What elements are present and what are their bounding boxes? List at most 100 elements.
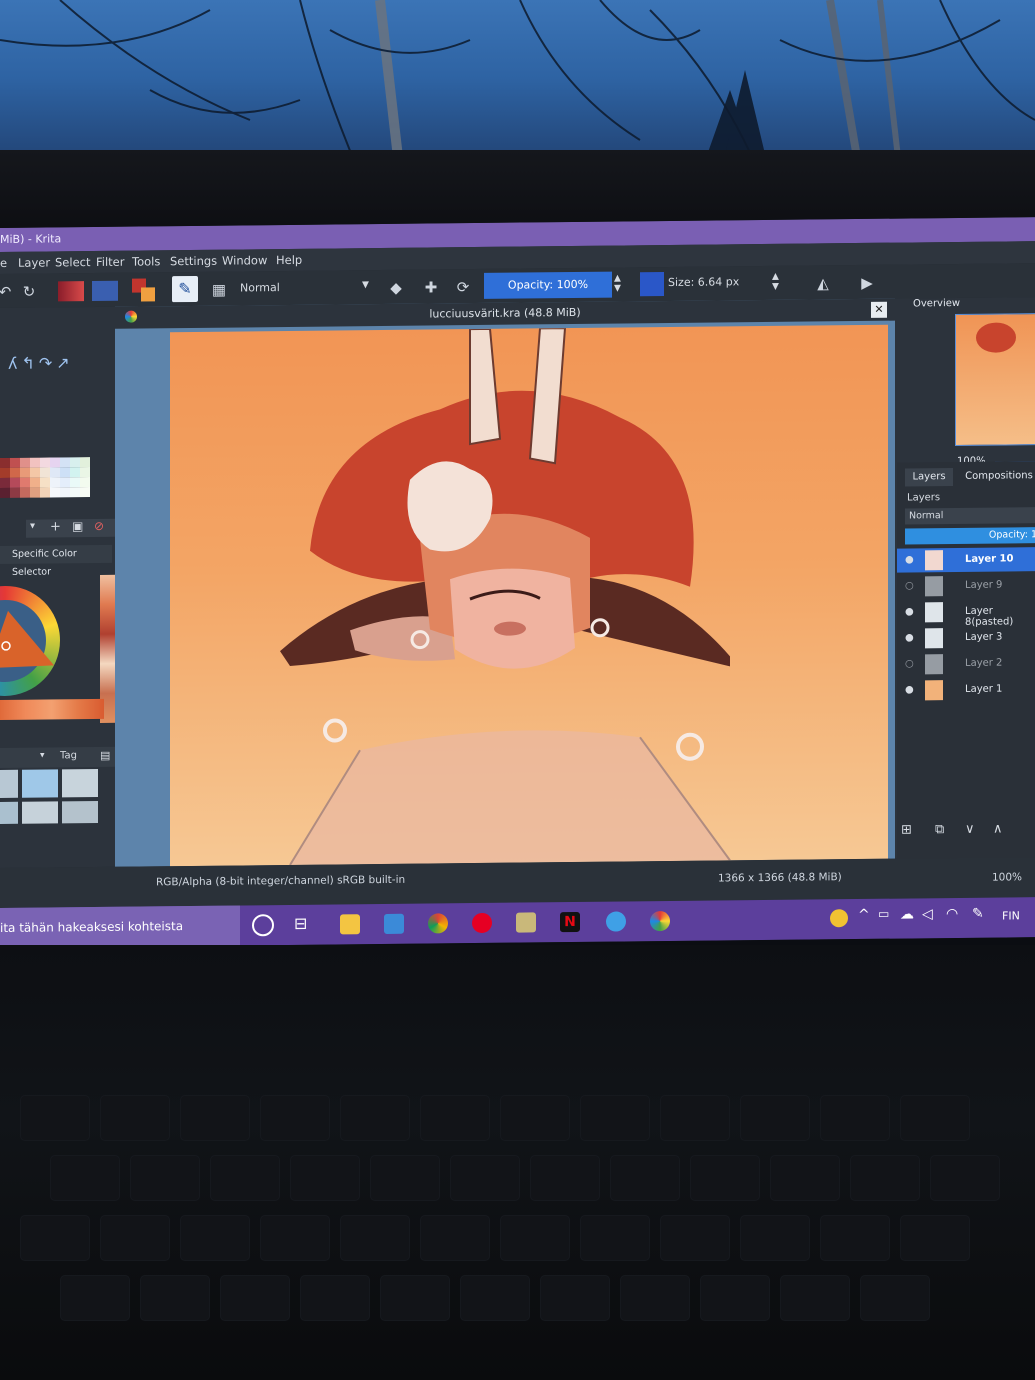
undo-icon[interactable]: ↶ — [0, 281, 16, 303]
overview-thumbnail[interactable] — [955, 313, 1035, 446]
color-palette[interactable] — [0, 457, 100, 518]
opacity-spin-icon[interactable]: ▲ ▼ — [614, 273, 621, 293]
color-wheel[interactable] — [0, 585, 60, 697]
battery-icon[interactable]: ▭ — [878, 907, 889, 921]
menu-item-tools[interactable]: Tools — [132, 254, 160, 268]
layer-row[interactable]: ● Layer 8(pasted) — [897, 599, 1035, 628]
blend-mode-select[interactable]: Normal — [240, 281, 280, 294]
reload-preset-icon[interactable]: ⟳ — [452, 276, 474, 298]
opacity-slider[interactable]: Opacity: 100% — [484, 271, 612, 299]
docker-title-color-selector[interactable]: Specific Color Selector — [0, 544, 112, 578]
layer-row[interactable]: ● Layer 3 — [897, 625, 1035, 650]
move-layer-down-icon[interactable]: ∨ — [965, 822, 975, 837]
mirror-horizontal-icon[interactable]: ◭ — [812, 272, 834, 294]
layer-name: Layer 3 — [965, 631, 1003, 643]
krita-window: MiB) - Krita e Layer Select Filter Tools… — [0, 217, 1035, 948]
artwork-illustration — [280, 327, 731, 866]
mirror-vertical-icon[interactable]: ▶ — [856, 272, 878, 294]
menu-item-edit[interactable]: e — [0, 256, 7, 270]
duplicate-layer-icon[interactable]: ⧉ — [935, 822, 944, 837]
menu-item-window[interactable]: Window — [222, 253, 267, 267]
volume-icon[interactable]: ◁ — [922, 906, 933, 922]
pattern-icon[interactable] — [92, 280, 118, 302]
krita-taskbar-icon[interactable] — [606, 911, 626, 932]
layer-name: Layer 1 — [965, 683, 1003, 695]
notification-icon[interactable] — [830, 909, 848, 928]
layer-blend-mode-select[interactable]: Normal — [905, 507, 1035, 525]
image-size-info: 1366 x 1366 (48.8 MiB) — [718, 871, 842, 885]
onedrive-icon[interactable]: ☁ — [900, 906, 914, 922]
menu-item-select[interactable]: Select — [55, 255, 90, 269]
eye-icon[interactable]: ● — [905, 684, 917, 696]
document-title: lucciuusvärit.kra (48.8 MiB) — [429, 305, 581, 321]
layer-opacity-slider[interactable]: Opacity: 1 — [905, 527, 1035, 545]
layer-row[interactable]: ● Layer 1 — [897, 677, 1035, 702]
store-icon[interactable] — [384, 913, 404, 934]
chevron-up-icon[interactable]: ^ — [858, 907, 870, 923]
redo-icon[interactable]: ↻ — [18, 281, 40, 303]
file-explorer-icon[interactable] — [340, 914, 360, 935]
add-swatch-icon[interactable]: + — [50, 519, 61, 534]
overview-title: Overview — [913, 297, 961, 310]
eye-icon[interactable]: ● — [905, 632, 917, 644]
chevron-down-icon[interactable]: ▼ — [362, 280, 369, 290]
size-spin-icon[interactable]: ▲ ▼ — [772, 272, 779, 292]
size-slider[interactable]: Size: 6.64 px — [668, 275, 739, 289]
layer-row[interactable]: ○ Layer 2 — [897, 651, 1035, 676]
close-icon[interactable]: ✕ — [871, 301, 887, 318]
grid-icon[interactable]: ▦ — [208, 279, 230, 301]
app-icon[interactable] — [516, 912, 536, 933]
drawing-canvas[interactable] — [170, 324, 888, 867]
background-sky-photo — [0, 0, 1035, 175]
brush-strokes-icon[interactable]: ʎ↰↷↗ — [8, 353, 74, 373]
taskbar-search-input[interactable]: ita tähän hakeaksesi kohteista — [0, 905, 240, 948]
palette-controls[interactable]: ▾ + ▣ ⊘ — [26, 518, 116, 538]
chrome-icon[interactable] — [428, 913, 448, 934]
layer-row[interactable]: ● Layer 10 — [897, 547, 1035, 573]
move-layer-up-icon[interactable]: ∧ — [993, 822, 1003, 837]
task-view-icon[interactable]: ⊟ — [294, 914, 307, 933]
layer-actions-bar: ⊞ ⧉ ∨ ∧ — [897, 821, 1035, 844]
layer-name: Layer 9 — [965, 579, 1003, 591]
eraser-icon[interactable]: ◆ — [385, 277, 407, 299]
layer-thumbnail — [925, 576, 943, 597]
netflix-icon[interactable]: N — [560, 911, 580, 933]
menu-item-filter[interactable]: Filter — [96, 255, 124, 269]
add-layer-icon[interactable]: ⊞ — [901, 822, 912, 837]
language-indicator[interactable]: FIN — [1002, 909, 1020, 922]
zoom-level[interactable]: 100% — [992, 871, 1022, 883]
cortana-icon[interactable] — [252, 914, 274, 937]
tag-icon[interactable]: ▤ — [100, 749, 110, 762]
tab-compositions[interactable]: Compositions — [961, 467, 1035, 486]
gradient-icon[interactable] — [58, 281, 84, 302]
pen-icon[interactable]: ✎ — [972, 906, 984, 922]
pinterest-icon[interactable] — [472, 912, 492, 934]
brush-tag-bar: ▾ Tag ▤ — [0, 746, 118, 768]
layer-thumbnail — [925, 550, 943, 571]
chevron-down-icon[interactable]: ▾ — [30, 521, 35, 532]
laptop-keyboard-area — [0, 945, 1035, 1380]
eye-hidden-icon[interactable]: ○ — [905, 580, 917, 592]
folder-icon[interactable]: ▣ — [72, 519, 83, 533]
color-history-row[interactable] — [0, 698, 104, 720]
eye-hidden-icon[interactable]: ○ — [905, 658, 917, 670]
brush-preset-icon[interactable]: ✎ — [172, 275, 198, 303]
left-dock: ʎ↰↷↗ ▾ + ▣ ⊘ Specific Color Selector ▾ T… — [0, 306, 120, 869]
brush-presets-grid[interactable] — [0, 768, 110, 830]
eye-icon[interactable]: ● — [905, 606, 917, 618]
menu-item-help[interactable]: Help — [276, 253, 302, 267]
chevron-down-icon[interactable]: ▾ — [40, 751, 45, 761]
tab-layers[interactable]: Layers — [905, 468, 953, 487]
delete-icon[interactable]: ⊘ — [94, 519, 104, 533]
wifi-icon[interactable]: ◠ — [946, 906, 958, 922]
fg-bg-color-icon[interactable] — [132, 278, 156, 302]
eye-icon[interactable]: ● — [905, 554, 917, 566]
layer-row[interactable]: ○ Layer 9 — [897, 573, 1035, 598]
tag-selector[interactable]: Tag — [60, 750, 77, 761]
tree-branches-image — [0, 0, 1035, 175]
color-swatch[interactable] — [640, 272, 664, 297]
alpha-lock-icon[interactable]: ✚ — [420, 276, 442, 298]
krita-app-icon[interactable] — [650, 910, 670, 932]
menu-item-layer[interactable]: Layer — [18, 255, 50, 269]
menu-item-settings[interactable]: Settings — [170, 254, 217, 268]
